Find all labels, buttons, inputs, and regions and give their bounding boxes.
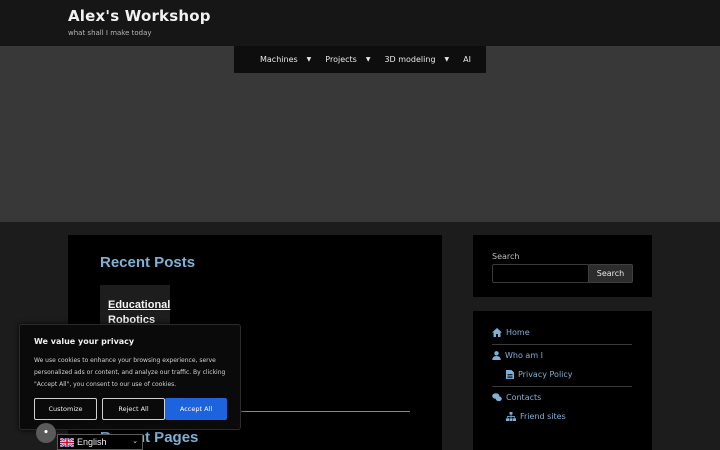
- nav-item-machines[interactable]: Machines ▼: [260, 55, 325, 64]
- chevron-down-icon: ▼: [306, 56, 312, 63]
- search-button[interactable]: Search: [588, 264, 633, 283]
- divider: [492, 344, 632, 345]
- cookie-consent-banner: We value your privacy We use cookies to …: [19, 324, 241, 430]
- sidebar-link-who-am-i[interactable]: Who am I: [492, 351, 543, 360]
- sidebar-link-label: Contacts: [506, 393, 542, 402]
- chevron-down-icon: ▼: [365, 56, 371, 63]
- document-icon: [506, 370, 514, 379]
- user-icon: [492, 351, 501, 360]
- sidebar-link-label: Friend sites: [520, 412, 566, 421]
- sidebar-link-label: Who am I: [505, 351, 544, 360]
- divider: [492, 386, 632, 387]
- chevron-down-icon: ⌄: [132, 437, 138, 445]
- cookie-description: We use cookies to enhance your browsing …: [34, 357, 226, 388]
- cookie-title: We value your privacy: [34, 337, 135, 346]
- nav-item-label: 3D modeling: [384, 55, 436, 64]
- main-nav: Machines ▼ Projects ▼ 3D modeling ▼ AI: [234, 46, 486, 73]
- cookie-settings-toggle[interactable]: •: [36, 423, 56, 443]
- comments-icon: [492, 393, 502, 402]
- post-title-line[interactable]: Educational: [108, 299, 170, 311]
- site-tagline: what shall I make today: [68, 29, 152, 37]
- nav-item-label: Projects: [325, 55, 357, 64]
- search-input[interactable]: [492, 264, 589, 283]
- sidebar-link-label: Privacy Policy: [518, 370, 573, 379]
- uk-flag-icon: [60, 437, 74, 447]
- nav-item-label: Machines: [260, 55, 298, 64]
- cookie-icon: •: [43, 428, 49, 438]
- nav-item-ai[interactable]: AI: [463, 55, 480, 64]
- customize-button[interactable]: Customize: [34, 398, 97, 420]
- search-widget: Search Search: [473, 235, 652, 297]
- sidebar-link-home[interactable]: Home: [492, 328, 530, 337]
- sidebar-link-label: Home: [506, 328, 530, 337]
- sidebar-link-contacts[interactable]: Contacts: [492, 393, 541, 402]
- accept-all-button[interactable]: Accept All: [165, 398, 227, 420]
- sitemap-icon: [506, 412, 516, 421]
- sidebar-link-privacy-policy[interactable]: Privacy Policy: [506, 370, 573, 379]
- chevron-down-icon: ▼: [444, 56, 450, 63]
- recent-posts-heading: Recent Posts: [100, 254, 196, 271]
- site-header: Alex's Workshop what shall I make today: [0, 0, 720, 46]
- nav-item-label: AI: [463, 55, 471, 64]
- nav-item-projects[interactable]: Projects ▼: [325, 55, 384, 64]
- sidebar-link-friend-sites[interactable]: Friend sites: [506, 412, 566, 421]
- sidebar-nav-widget: Home Who am I Privacy Policy Contacts Fr…: [473, 311, 652, 450]
- language-selector[interactable]: English ⌄: [57, 434, 143, 450]
- language-label: English: [77, 437, 107, 447]
- search-label: Search: [492, 252, 520, 261]
- reject-all-button[interactable]: Reject All: [102, 398, 165, 420]
- site-title[interactable]: Alex's Workshop: [68, 7, 211, 25]
- nav-item-3d-modeling[interactable]: 3D modeling ▼: [384, 55, 463, 64]
- home-icon: [492, 328, 502, 337]
